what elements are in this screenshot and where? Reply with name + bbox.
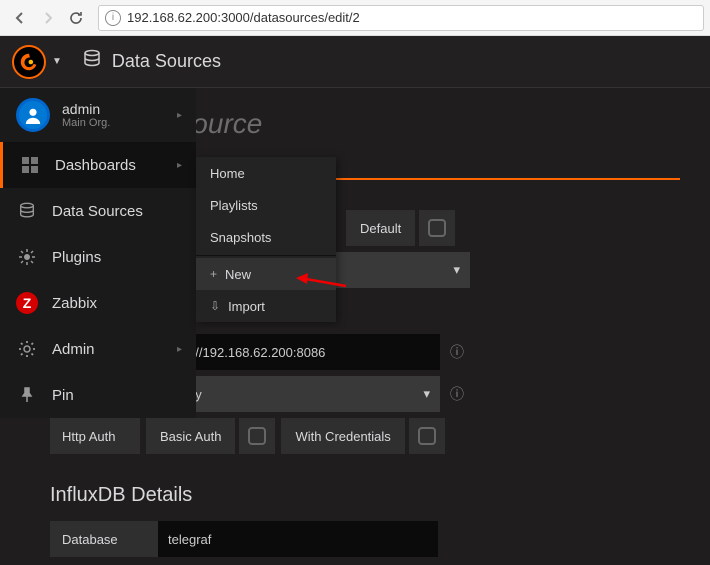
breadcrumb[interactable]: Data Sources — [82, 49, 221, 74]
sidebar-item-label: Admin — [52, 341, 95, 358]
default-label: Default — [346, 210, 415, 246]
basic-auth-label: Basic Auth — [146, 418, 235, 454]
submenu-playlists[interactable]: Playlists — [196, 189, 336, 221]
sidebar-item-label: Plugins — [52, 249, 101, 266]
dashboards-icon — [19, 156, 41, 174]
sidebar-user[interactable]: admin Main Org. ▸ — [0, 88, 196, 142]
plugins-icon — [16, 248, 38, 266]
forward-button[interactable] — [36, 6, 60, 30]
url-input[interactable] — [160, 334, 440, 370]
with-credentials-checkbox[interactable] — [409, 418, 445, 454]
user-name: admin — [62, 101, 110, 117]
database-icon — [16, 202, 38, 220]
info-icon[interactable]: i — [105, 10, 121, 26]
sidebar-item-plugins[interactable]: Plugins — [0, 234, 196, 280]
sidebar-item-label: Data Sources — [52, 203, 143, 220]
database-label: Database — [50, 521, 158, 557]
database-input[interactable] — [158, 521, 438, 557]
submenu-home[interactable]: Home — [196, 157, 336, 189]
reload-button[interactable] — [64, 6, 88, 30]
back-button[interactable] — [8, 6, 32, 30]
plus-icon: + — [210, 267, 217, 281]
submenu-snapshots[interactable]: Snapshots — [196, 221, 336, 253]
logo-caret-icon[interactable]: ▼ — [52, 56, 62, 67]
zabbix-icon: Z — [16, 292, 38, 314]
dashboards-submenu: Home Playlists Snapshots + New ⇩ Import — [196, 157, 336, 322]
grafana-logo[interactable] — [12, 45, 46, 79]
browser-toolbar: i 192.168.62.200:3000/datasources/edit/2 — [0, 0, 710, 36]
basic-auth-checkbox[interactable] — [239, 418, 275, 454]
access-select[interactable]: proxy▾ — [160, 376, 440, 412]
url-bar[interactable]: i 192.168.62.200:3000/datasources/edit/2 — [98, 5, 704, 31]
sidebar-item-zabbix[interactable]: Z Zabbix — [0, 280, 196, 326]
url-text: 192.168.62.200:3000/datasources/edit/2 — [127, 10, 360, 25]
info-icon[interactable]: ⓘ — [450, 384, 464, 404]
influxdb-section-header: InfluxDB Details — [50, 484, 680, 507]
chevron-down-icon: ▾ — [453, 262, 460, 278]
chevron-right-icon: ▸ — [177, 344, 182, 355]
info-icon[interactable]: ⓘ — [450, 342, 464, 362]
default-checkbox[interactable] — [419, 210, 455, 246]
sidebar-item-admin[interactable]: Admin ▸ — [0, 326, 196, 372]
chevron-down-icon: ▾ — [423, 386, 430, 402]
chevron-right-icon: ▸ — [177, 110, 182, 121]
topbar: ▼ Data Sources — [0, 36, 710, 88]
sidebar-item-label: Dashboards — [55, 157, 136, 174]
annotation-arrow — [296, 272, 346, 292]
sidebar-item-dashboards[interactable]: Dashboards ▸ — [0, 142, 196, 188]
avatar — [16, 98, 50, 132]
sidebar-item-pin[interactable]: Pin — [0, 372, 196, 418]
submenu-import[interactable]: ⇩ Import — [196, 290, 336, 322]
database-icon — [82, 49, 102, 74]
submenu-separator — [196, 255, 336, 256]
chevron-right-icon: ▸ — [177, 160, 182, 171]
gear-icon — [16, 340, 38, 358]
sidebar-item-label: Zabbix — [52, 295, 97, 312]
user-org: Main Org. — [62, 117, 110, 129]
side-menu: admin Main Org. ▸ Dashboards ▸ Data Sour… — [0, 88, 196, 418]
with-credentials-label: With Credentials — [281, 418, 404, 454]
breadcrumb-title: Data Sources — [112, 51, 221, 72]
sidebar-item-data-sources[interactable]: Data Sources — [0, 188, 196, 234]
pin-icon — [16, 387, 38, 403]
import-icon: ⇩ — [210, 299, 220, 313]
sidebar-item-label: Pin — [52, 387, 74, 404]
http-auth-label: Http Auth — [50, 418, 140, 454]
